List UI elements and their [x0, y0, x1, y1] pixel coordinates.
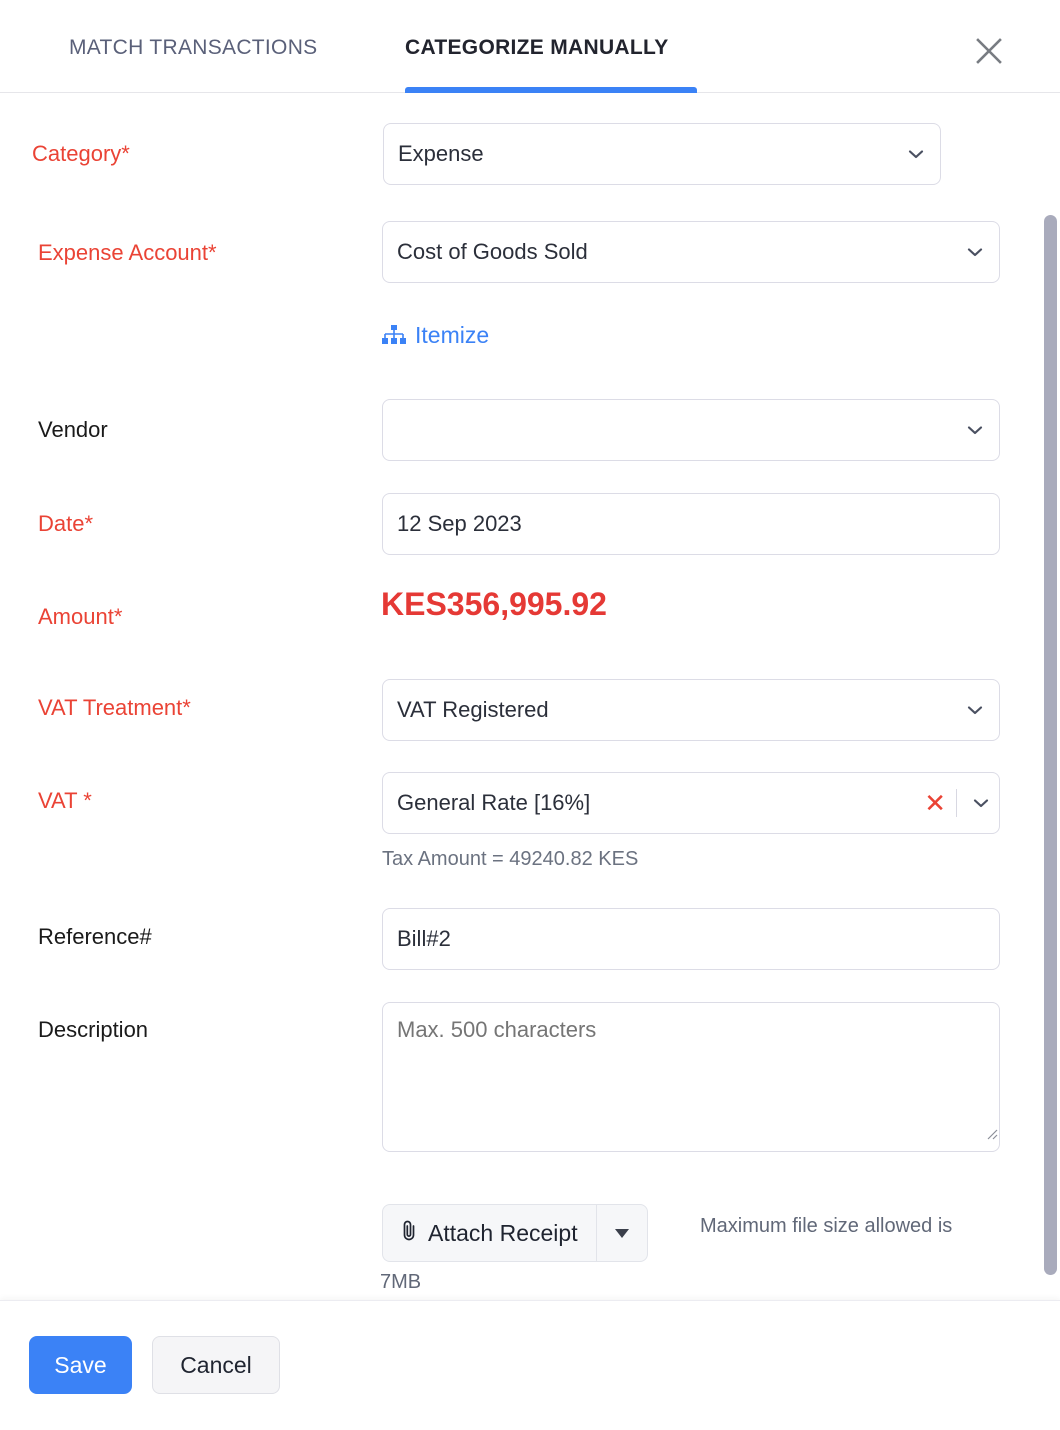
attachment-note-line2: 7MB [380, 1271, 421, 1294]
chevron-down-icon [965, 420, 985, 440]
reference-value: Bill#2 [397, 926, 985, 952]
vat-treatment-label: VAT Treatment* [38, 697, 191, 719]
vat-select[interactable]: General Rate [16%] ✕ [382, 772, 1000, 834]
sitemap-icon [382, 325, 406, 347]
reference-label: Reference# [38, 926, 152, 948]
category-select[interactable]: Expense [383, 123, 941, 185]
chevron-down-icon [971, 793, 991, 813]
expense-account-select[interactable]: Cost of Goods Sold [382, 221, 1000, 283]
chevron-down-icon [965, 700, 985, 720]
attach-receipt-button[interactable]: Attach Receipt [382, 1204, 596, 1262]
tab-match-transactions[interactable]: MATCH TRANSACTIONS [69, 36, 317, 60]
paperclip-icon [399, 1218, 419, 1248]
cancel-button[interactable]: Cancel [152, 1336, 280, 1394]
vat-treatment-select[interactable]: VAT Registered [382, 679, 1000, 741]
reference-input[interactable]: Bill#2 [382, 908, 1000, 970]
category-label: Category* [32, 143, 130, 165]
vat-value: General Rate [16%] [397, 790, 916, 816]
form-scrollbar-track[interactable] [1044, 93, 1060, 1300]
clear-icon[interactable]: ✕ [916, 790, 954, 816]
tax-amount-note: Tax Amount = 49240.82 KES [382, 848, 638, 871]
vendor-label: Vendor [38, 419, 108, 441]
close-icon[interactable] [971, 33, 1007, 69]
amount-label: Amount* [38, 606, 122, 628]
date-value: 12 Sep 2023 [397, 511, 985, 537]
vat-label: VAT * [38, 790, 92, 812]
attach-receipt-split-button[interactable]: Attach Receipt [382, 1204, 648, 1262]
chevron-down-icon [906, 144, 926, 164]
amount-value: KES356,995.92 [381, 588, 607, 620]
vat-treatment-value: VAT Registered [397, 697, 957, 723]
category-value: Expense [398, 141, 898, 167]
itemize-label: Itemize [415, 322, 489, 349]
caret-down-icon [615, 1229, 629, 1238]
date-label: Date* [38, 513, 93, 535]
date-field[interactable]: 12 Sep 2023 [382, 493, 1000, 555]
dialog-tabbar: MATCH TRANSACTIONS CATEGORIZE MANUALLY [0, 0, 1060, 93]
categorize-transaction-dialog: MATCH TRANSACTIONS CATEGORIZE MANUALLY C… [0, 0, 1060, 1430]
vendor-select[interactable] [382, 399, 1000, 461]
save-button[interactable]: Save [29, 1336, 132, 1394]
description-label: Description [38, 1019, 148, 1041]
chevron-down-icon [965, 242, 985, 262]
attach-receipt-label: Attach Receipt [428, 1220, 578, 1247]
form-scrollbar-thumb[interactable] [1044, 215, 1057, 1275]
dialog-footer: Save Cancel [0, 1300, 1060, 1430]
itemize-link[interactable]: Itemize [382, 322, 489, 349]
description-textarea[interactable] [382, 1002, 1000, 1152]
divider [956, 789, 957, 817]
expense-account-label: Expense Account* [38, 242, 217, 264]
tab-categorize-manually[interactable]: CATEGORIZE MANUALLY [405, 36, 669, 60]
form-scroll-area[interactable]: Category* Expense Expense Account* Cost … [0, 93, 1060, 1300]
attachment-note-line1: Maximum file size allowed is [700, 1215, 952, 1238]
expense-account-value: Cost of Goods Sold [397, 239, 957, 265]
attach-receipt-dropdown[interactable] [596, 1204, 648, 1262]
